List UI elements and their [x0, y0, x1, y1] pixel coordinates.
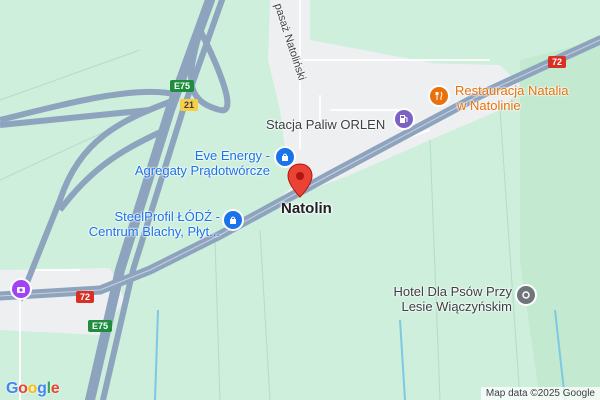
- poi-label-line: Restauracja Natalia: [455, 83, 569, 98]
- road-shield-e75: E75: [170, 80, 195, 92]
- fuel-icon[interactable]: [395, 110, 413, 128]
- shopping-bag-icon[interactable]: [224, 211, 242, 229]
- restaurant-icon[interactable]: [430, 87, 448, 105]
- google-logo: Google: [6, 380, 60, 397]
- road-shield-21: 21: [180, 99, 199, 111]
- poi-label-line: Hotel Dla Psów Przy: [393, 284, 512, 299]
- poi-label-text: Stacja Paliw ORLEN: [266, 117, 386, 132]
- poi-label-line: Lesie Wiączyńskim: [401, 299, 512, 314]
- poi-label-line: w Natolinie: [457, 98, 521, 113]
- poi-label-eve-energy[interactable]: Eve Energy - Agregaty Prądotwórcze: [120, 148, 270, 178]
- poi-label-line: SteelProfil ŁÓDŹ -: [114, 209, 220, 224]
- poi-label-hotel[interactable]: Hotel Dla Psów Przy Lesie Wiączyńskim: [360, 284, 512, 314]
- road-shield-e75: E75: [88, 320, 113, 332]
- poi-label-restauracja[interactable]: Restauracja Natalia w Natolinie: [455, 83, 568, 113]
- poi-label-steelprofil[interactable]: SteelProfil ŁÓDŹ - Centrum Blachy, Płyt.…: [70, 209, 220, 239]
- town-label[interactable]: Natolin: [281, 200, 332, 217]
- poi-label-line: Eve Energy -: [194, 148, 270, 163]
- place-icon[interactable]: [517, 286, 535, 304]
- road-shield-72: 72: [548, 56, 567, 68]
- poi-label-line: Agregaty Prądotwórcze: [134, 163, 270, 178]
- poi-label-orlen[interactable]: Stacja Paliw ORLEN: [266, 117, 385, 132]
- poi-label-line: Centrum Blachy, Płyt...: [88, 224, 220, 239]
- map-attribution[interactable]: Map data ©2025 Google: [480, 387, 600, 400]
- road-shield-72: 72: [76, 291, 95, 303]
- minor-roads: [19, 0, 490, 400]
- map-canvas[interactable]: pasaż Natoliński E75 21 72 72 E75 Stacja…: [0, 0, 600, 400]
- camera-icon[interactable]: [12, 280, 30, 298]
- location-pin-icon[interactable]: [287, 163, 313, 199]
